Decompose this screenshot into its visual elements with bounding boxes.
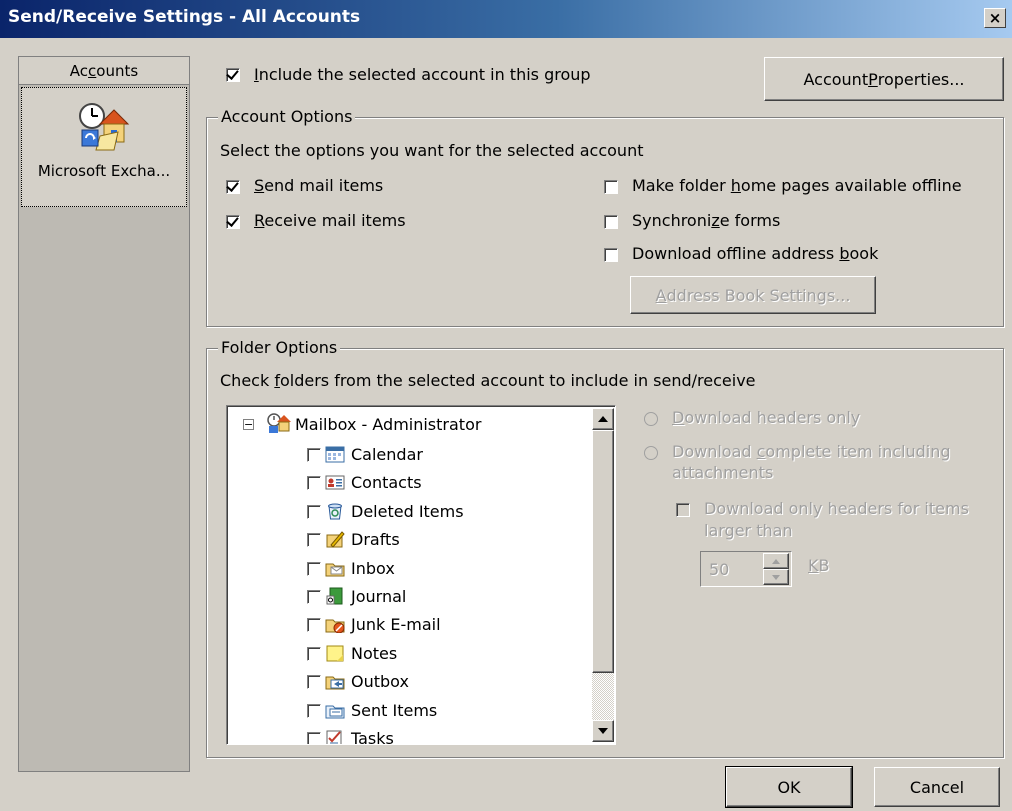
outbox-icon (325, 676, 345, 690)
folder-checkbox[interactable] (307, 533, 321, 548)
scroll-down-button[interactable] (592, 720, 614, 742)
download-headers-only-label: Download headers only (672, 408, 861, 427)
folder-label: Deleted Items (351, 501, 464, 521)
folder-label: Calendar (351, 445, 423, 464)
download-oab-checkbox[interactable] (604, 248, 618, 262)
folder-checkbox[interactable] (307, 618, 321, 633)
ok-button[interactable]: OK (725, 766, 853, 808)
cancel-button[interactable]: Cancel (874, 767, 1000, 807)
arrow-down-icon (598, 728, 608, 734)
window-title: Send/Receive Settings - All Accounts (8, 7, 361, 27)
collapse-icon[interactable]: − (243, 419, 254, 430)
arrow-up-icon (598, 416, 608, 422)
size-spinner[interactable]: 50 (700, 551, 792, 587)
tree-folder-row[interactable]: Notes (227, 640, 587, 668)
inbox-icon (325, 563, 345, 577)
account-options-title: Account Options (218, 107, 356, 126)
download-complete-radio[interactable] (644, 446, 658, 460)
close-icon: × (988, 8, 1002, 27)
download-headers-only-radio[interactable] (644, 412, 658, 426)
download-complete-label: Download complete item including (672, 442, 951, 461)
account-item-label: Microsoft Excha... (37, 162, 171, 180)
folder-label: Notes (351, 643, 398, 663)
folder-checkbox[interactable] (307, 590, 321, 604)
folder-label: Outbox (351, 672, 409, 692)
address-book-settings-button[interactable]: Address Book Settings... (630, 276, 876, 314)
folder-options-title: Folder Options (218, 338, 341, 357)
tree-folder-row[interactable]: Deleted Items (227, 498, 587, 526)
tree-folder-row[interactable]: Sent Items (227, 697, 587, 725)
drafts-icon (326, 531, 345, 548)
tree-scrollbar[interactable] (592, 408, 614, 742)
folder-tree[interactable]: − Mailbox - Administrator Calendar Contac… (226, 405, 616, 745)
home-pages-offline-checkbox[interactable] (604, 180, 618, 194)
download-complete-label-line2: attachments (672, 463, 774, 482)
folder-options-description: Check folders from the selected account … (220, 371, 756, 390)
folder-checkbox[interactable] (307, 476, 321, 491)
include-account-checkbox[interactable] (226, 68, 240, 82)
folder-checkbox[interactable] (307, 448, 321, 462)
folder-label: Sent Items (351, 700, 438, 720)
accounts-pane: Ac c ounts Microsoft Excha... (18, 56, 190, 772)
headers-larger-than-label: Download only headers for items (704, 499, 969, 518)
folder-checkbox[interactable] (307, 675, 321, 690)
spin-up-button[interactable] (763, 553, 789, 569)
tree-folder-row[interactable]: Drafts (227, 526, 587, 554)
exchange-account-icon (79, 103, 130, 151)
send-mail-label: Send mail items (254, 176, 384, 195)
size-value: 50 (709, 560, 730, 579)
scroll-up-button[interactable] (592, 408, 614, 430)
folder-label: Journal (351, 587, 407, 606)
home-pages-offline-label: Make folder home pages available offline (632, 176, 962, 195)
folder-checkbox[interactable] (307, 561, 321, 576)
notes-icon (326, 645, 344, 662)
account-options-description: Select the options you want for the sele… (220, 141, 644, 160)
include-account-label: Include the selected account in this gro… (254, 65, 591, 84)
tree-folder-row[interactable]: Calendar (227, 441, 587, 469)
mailbox-icon (267, 413, 291, 433)
folder-checkbox[interactable] (307, 646, 321, 661)
junk-email-icon (325, 619, 345, 634)
scroll-thumb[interactable] (592, 430, 614, 673)
size-unit-label: KB (808, 556, 830, 575)
tasks-icon (326, 730, 342, 744)
title-bar: Send/Receive Settings - All Accounts × (0, 0, 1012, 38)
folder-label: Contacts (351, 473, 422, 493)
synchronize-forms-checkbox[interactable] (604, 215, 618, 229)
folder-label: Drafts (351, 530, 400, 550)
calendar-icon (325, 446, 345, 463)
folder-checkbox[interactable] (307, 504, 321, 519)
deleted-items-icon (328, 503, 342, 520)
synchronize-forms-label: Synchronize forms (632, 211, 781, 230)
folder-label: Tasks (351, 729, 394, 745)
headers-larger-than-checkbox[interactable] (676, 503, 690, 517)
spin-up-icon (772, 558, 780, 564)
headers-larger-than-label-line2: larger than (704, 521, 793, 540)
tree-folder-row[interactable]: Contacts (227, 469, 587, 497)
tree-folder-row[interactable]: Junk E-mail (227, 611, 587, 639)
accounts-header[interactable]: Ac c ounts (19, 57, 189, 85)
spin-down-icon (772, 574, 780, 580)
close-button[interactable]: × (984, 8, 1006, 28)
folder-checkbox[interactable] (307, 732, 321, 744)
contacts-icon (325, 475, 345, 490)
folder-label: Junk E-mail (351, 615, 441, 635)
account-properties-button[interactable]: Account Properties... (764, 57, 1004, 101)
send-mail-checkbox[interactable] (226, 180, 240, 194)
tree-folder-row[interactable]: Inbox (227, 555, 587, 583)
download-oab-label: Download offline address book (632, 244, 879, 263)
journal-icon (326, 587, 343, 605)
sent-items-icon (325, 705, 345, 719)
folder-label: Inbox (351, 558, 395, 578)
tree-folder-row[interactable]: Tasks (227, 725, 587, 745)
tree-folder-row[interactable]: Journal (227, 583, 587, 611)
receive-mail-checkbox[interactable] (226, 215, 240, 229)
receive-mail-label: Receive mail items (254, 211, 406, 230)
folder-checkbox[interactable] (307, 703, 321, 718)
mailbox-root-label: Mailbox - Administrator (295, 415, 482, 434)
scroll-track[interactable] (592, 673, 614, 720)
tree-folder-row[interactable]: Outbox (227, 668, 587, 696)
spin-down-button[interactable] (763, 569, 789, 585)
account-item-exchange[interactable]: Microsoft Excha... (21, 87, 187, 207)
